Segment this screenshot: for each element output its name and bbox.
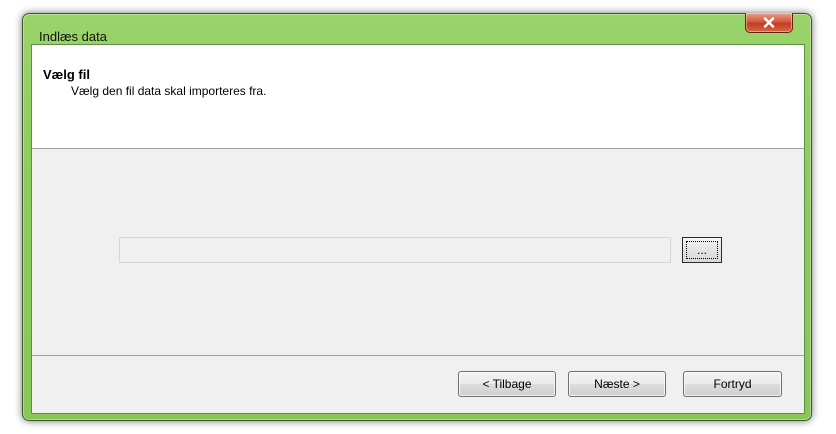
wizard-step-title: Vælg fil [43, 67, 90, 82]
browse-button[interactable]: ... [682, 237, 722, 263]
footer-divider [32, 355, 804, 356]
close-button[interactable] [745, 13, 793, 33]
close-icon [763, 17, 775, 28]
browse-button-label: ... [686, 241, 718, 259]
dialog-window: Indlæs data Vælg fil Vælg den fil data s… [22, 13, 812, 421]
next-button[interactable]: Næste > [568, 371, 666, 397]
back-button[interactable]: < Tilbage [458, 371, 556, 397]
cancel-button[interactable]: Fortryd [683, 371, 782, 397]
file-path-input[interactable] [119, 237, 671, 263]
wizard-header: Vælg fil Vælg den fil data skal importer… [32, 45, 804, 149]
window-title: Indlæs data [39, 29, 107, 44]
dialog-client-area: Vælg fil Vælg den fil data skal importer… [31, 44, 805, 414]
wizard-step-description: Vælg den fil data skal importeres fra. [71, 84, 267, 98]
